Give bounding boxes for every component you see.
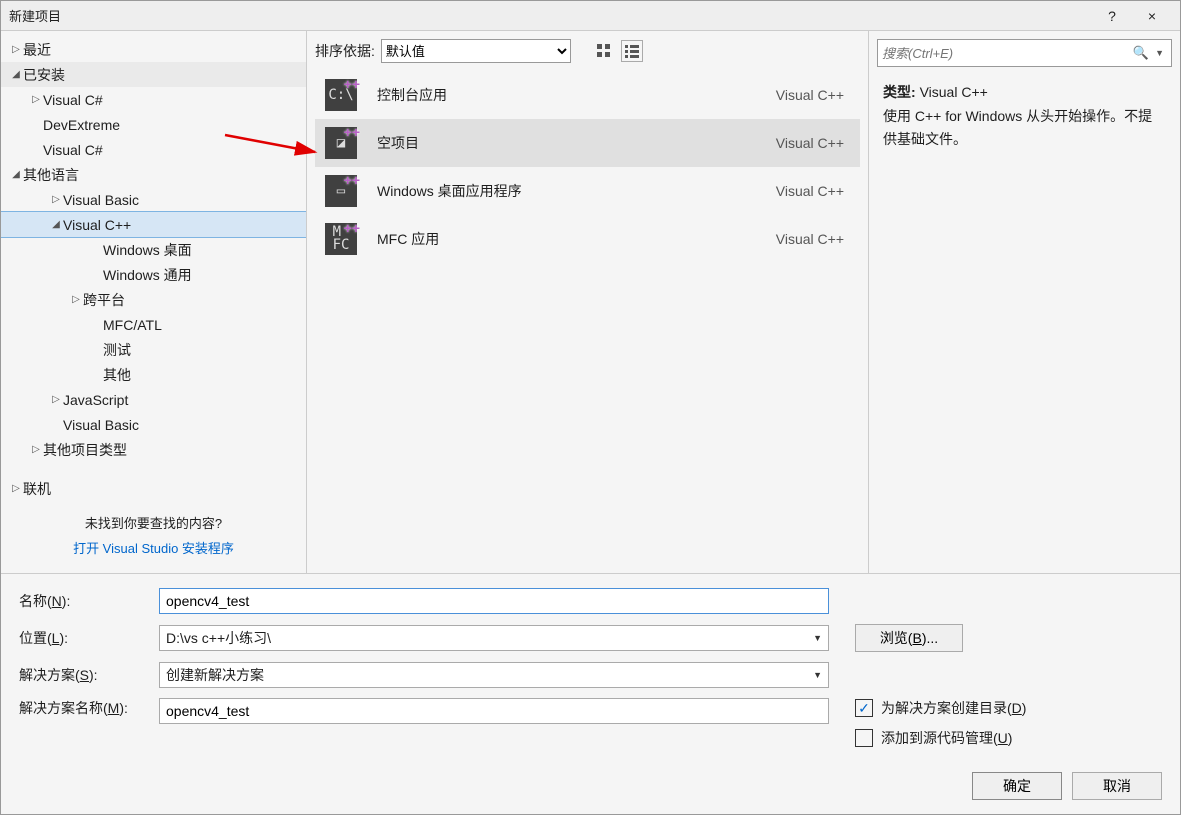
expand-arrow-icon[interactable]: ◢ [9, 169, 23, 180]
titlebar: 新建项目 ? × [1, 1, 1180, 31]
template-description: 使用 C++ for Windows 从头开始操作。不提供基础文件。 [883, 105, 1166, 150]
template-language: Visual C++ [776, 183, 850, 199]
view-small-icons[interactable] [621, 40, 643, 62]
tree-item-label: 其他语言 [23, 165, 79, 185]
tree-item[interactable]: ▷其他项目类型 [1, 437, 306, 462]
tree-item[interactable]: Visual Basic [1, 412, 306, 437]
help-button[interactable]: ? [1092, 2, 1132, 30]
tree-item[interactable]: ▷Visual Basic [1, 187, 306, 212]
location-combo[interactable]: D:\vs c++小练习\▼ [159, 625, 829, 651]
template-icon: ◪++ [325, 127, 357, 159]
window-title: 新建项目 [9, 6, 1092, 25]
expand-arrow-icon[interactable]: ▷ [49, 194, 63, 205]
search-box[interactable]: 🔍 ▼ [877, 39, 1172, 67]
name-input[interactable] [159, 588, 829, 614]
close-button[interactable]: × [1132, 2, 1172, 30]
tree-online[interactable]: ▷联机 [1, 476, 306, 501]
expand-arrow-icon[interactable]: ▷ [49, 394, 63, 405]
tree-item-label: Windows 桌面 [103, 240, 192, 260]
template-language: Visual C++ [776, 231, 850, 247]
tree-item-label: Visual Basic [63, 192, 139, 208]
tree-item-label: 其他项目类型 [43, 440, 127, 460]
template-list: C:\++控制台应用Visual C++◪++空项目Visual C++▭++W… [307, 67, 868, 573]
template-language: Visual C++ [776, 135, 850, 151]
tree-recent[interactable]: ▷最近 [1, 37, 306, 62]
not-found-text: 未找到你要查找的内容? [1, 513, 306, 532]
template-name: 控制台应用 [377, 85, 776, 105]
template-language: Visual C++ [776, 87, 850, 103]
tree-item[interactable]: ▷JavaScript [1, 387, 306, 412]
tree-item-label: MFC/ATL [103, 317, 162, 333]
tree-item[interactable]: ▷Visual C# [1, 87, 306, 112]
solution-name-label: 解决方案名称(M): [19, 698, 149, 718]
cancel-button[interactable]: 取消 [1072, 772, 1162, 800]
template-icon: M FC++ [325, 223, 357, 255]
search-input[interactable] [882, 46, 1130, 61]
tree-item-label: 跨平台 [83, 290, 125, 310]
template-name: 空项目 [377, 133, 776, 153]
solution-combo[interactable]: 创建新解决方案▼ [159, 662, 829, 688]
tree-item[interactable]: Windows 桌面 [1, 237, 306, 262]
search-dropdown-icon[interactable]: ▼ [1152, 48, 1167, 58]
tree-item-label: 测试 [103, 340, 131, 360]
name-label: 名称(N): [19, 591, 149, 611]
view-medium-icons[interactable] [593, 40, 615, 62]
tree-item-label: Windows 通用 [103, 265, 192, 285]
type-row: 类型: Visual C++ [883, 81, 1166, 103]
sort-dropdown[interactable]: 默认值 [381, 39, 571, 63]
solution-name-input[interactable] [159, 698, 829, 724]
tree-item[interactable]: ◢其他语言 [1, 162, 306, 187]
tree-item[interactable]: ▷跨平台 [1, 287, 306, 312]
template-name: MFC 应用 [377, 229, 776, 249]
tree-item[interactable]: Visual C# [1, 137, 306, 162]
tree-item[interactable]: Windows 通用 [1, 262, 306, 287]
template-name: Windows 桌面应用程序 [377, 181, 776, 201]
category-tree: ▷最近 ◢已安装 ▷Visual C#DevExtremeVisual C#◢其… [1, 31, 307, 573]
expand-arrow-icon[interactable]: ◢ [49, 219, 63, 230]
tree-item-label: 其他 [103, 365, 131, 385]
tree-item[interactable]: 其他 [1, 362, 306, 387]
sort-label: 排序依据: [315, 41, 375, 61]
expand-arrow-icon[interactable]: ▷ [29, 94, 43, 105]
tree-item[interactable]: DevExtreme [1, 112, 306, 137]
location-label: 位置(L): [19, 628, 149, 648]
template-icon: ▭++ [325, 175, 357, 207]
tree-item-label: DevExtreme [43, 117, 120, 133]
open-installer-link[interactable]: 打开 Visual Studio 安装程序 [1, 538, 306, 557]
tree-item[interactable]: 测试 [1, 337, 306, 362]
search-icon[interactable]: 🔍 [1130, 45, 1152, 61]
tree-installed[interactable]: ◢已安装 [1, 62, 306, 87]
expand-arrow-icon[interactable]: ▷ [69, 294, 83, 305]
tree-item[interactable]: MFC/ATL [1, 312, 306, 337]
ok-button[interactable]: 确定 [972, 772, 1062, 800]
tree-item-label: Visual C++ [63, 217, 131, 233]
tree-item-label: JavaScript [63, 392, 128, 408]
template-row[interactable]: ◪++ 空项目Visual C++ [315, 119, 860, 167]
template-row[interactable]: M FC++ MFC 应用Visual C++ [315, 215, 860, 263]
template-row[interactable]: ▭++ Windows 桌面应用程序Visual C++ [315, 167, 860, 215]
create-dir-checkbox[interactable]: ✓为解决方案创建目录(D) [855, 698, 1026, 718]
tree-item-label: Visual C# [43, 142, 103, 158]
solution-label: 解决方案(S): [19, 665, 149, 685]
template-row[interactable]: C:\++ 控制台应用Visual C++ [315, 71, 860, 119]
expand-arrow-icon[interactable]: ▷ [29, 444, 43, 455]
tree-item-label: Visual Basic [63, 417, 139, 433]
template-toolbar: 排序依据: 默认值 [307, 31, 868, 67]
template-icon: C:\++ [325, 79, 357, 111]
tree-item-label: Visual C# [43, 92, 103, 108]
add-source-control-checkbox[interactable]: 添加到源代码管理(U) [855, 728, 1026, 748]
browse-button[interactable]: 浏览(B)... [855, 624, 963, 652]
tree-item[interactable]: ◢Visual C++ [1, 212, 306, 237]
